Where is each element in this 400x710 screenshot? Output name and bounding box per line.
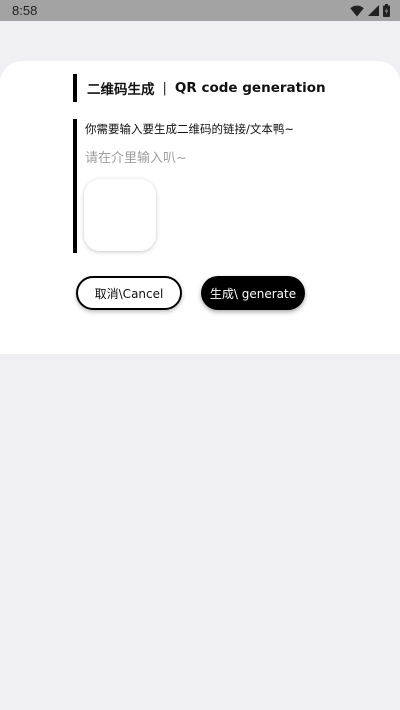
input-prompt: 你需要输入要生成二维码的链接/文本鸭~ <box>85 122 295 136</box>
input-section: 你需要输入要生成二维码的链接/文本鸭~ <box>73 119 333 253</box>
title-separator: | <box>162 80 167 96</box>
qr-preview-image <box>84 179 156 251</box>
signal-icon <box>368 5 379 16</box>
title-en: QR code generation <box>174 80 326 96</box>
input-accent-bar <box>73 119 77 253</box>
battery-icon <box>383 4 390 17</box>
dialog-title: 二维码生成 | QR code generation <box>73 74 326 102</box>
title-cn: 二维码生成 <box>87 82 155 98</box>
cancel-button[interactable]: 取消\Cancel <box>76 276 182 310</box>
generate-button[interactable]: 生成\ generate <box>201 276 305 310</box>
status-icons <box>350 4 390 17</box>
title-accent-bar <box>73 74 77 102</box>
wifi-icon <box>350 5 364 17</box>
status-bar: 8:58 <box>0 0 400 21</box>
qr-text-input[interactable] <box>85 147 315 169</box>
status-time: 8:58 <box>12 3 38 18</box>
